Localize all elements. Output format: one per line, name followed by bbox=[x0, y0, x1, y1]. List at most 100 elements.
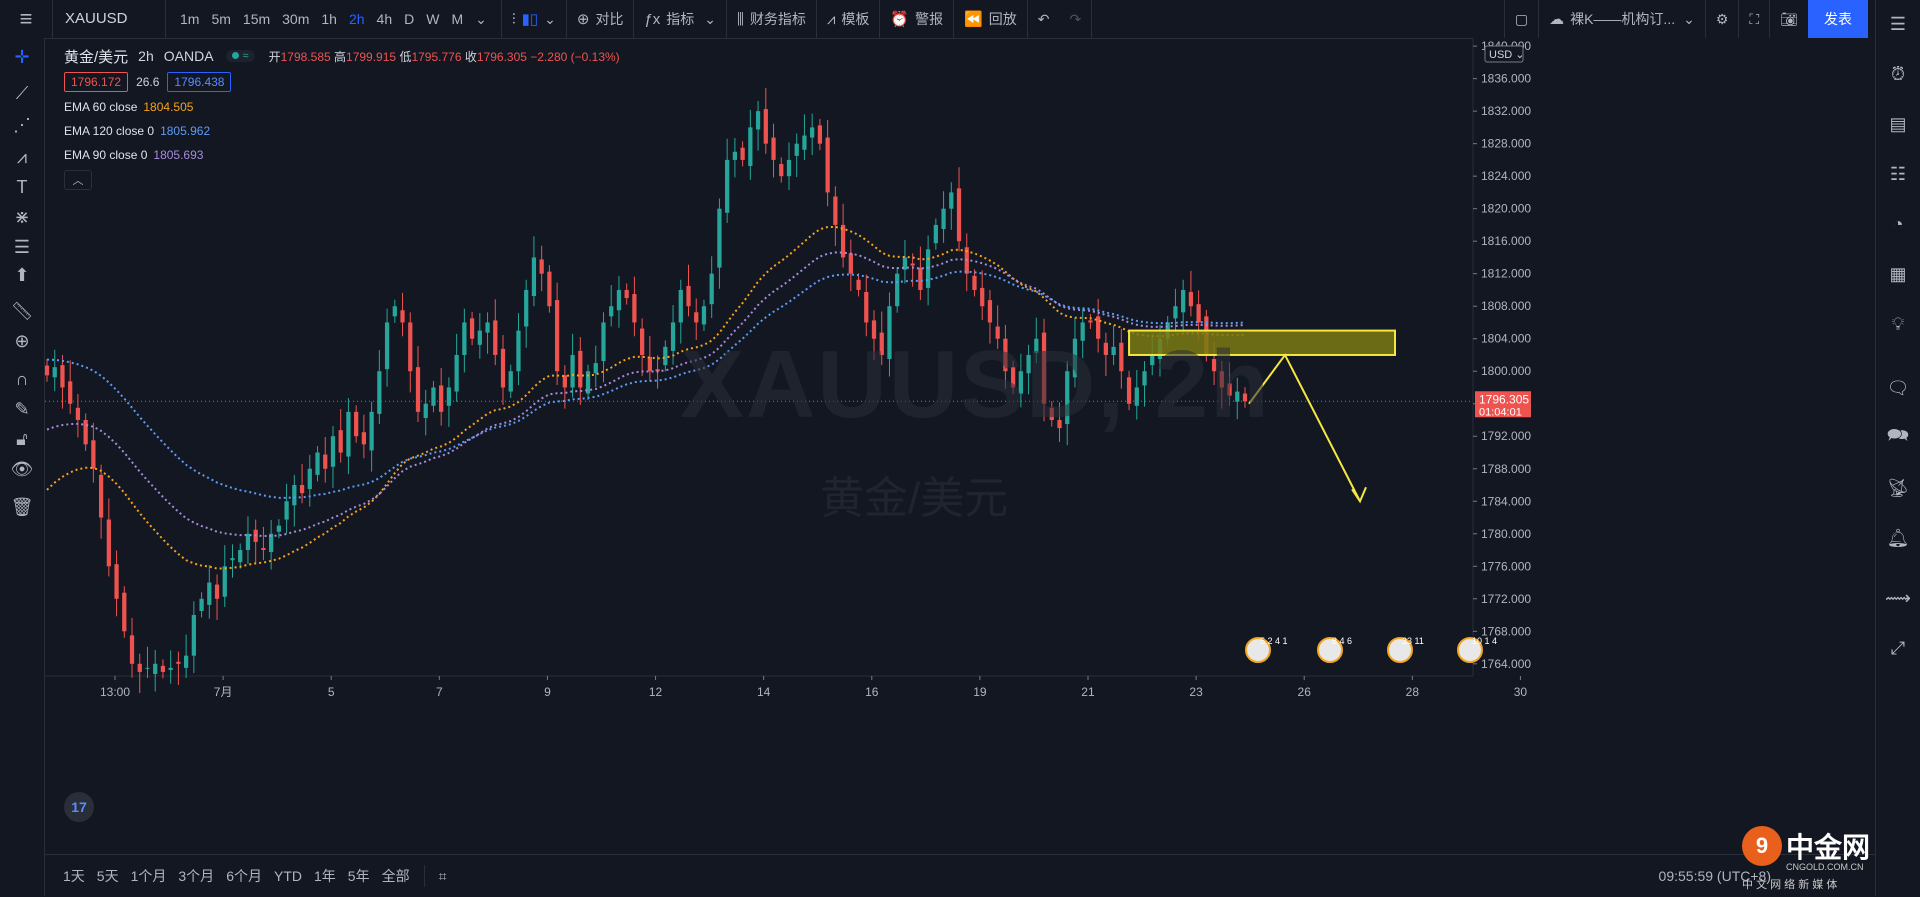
magnet-icon[interactable]: ∩ bbox=[0, 364, 44, 394]
candle-body bbox=[771, 137, 776, 160]
interval-30m[interactable]: 30m bbox=[276, 11, 315, 27]
publish-button[interactable]: 发表 bbox=[1808, 0, 1868, 38]
interval-1m[interactable]: 1m bbox=[174, 11, 205, 27]
camera-icon: 📷︎ bbox=[1780, 10, 1798, 27]
broadcast-icon[interactable]: 📡︎ bbox=[1876, 470, 1920, 506]
event-marker-label: 10 1 4 bbox=[1472, 636, 1497, 646]
candle-body bbox=[624, 289, 629, 299]
y-tick-label: 1780.000 bbox=[1481, 527, 1531, 541]
crosshair-icon[interactable]: ✛ bbox=[0, 42, 44, 72]
interval-1h[interactable]: 1h bbox=[315, 11, 343, 27]
range-1y[interactable]: 1年 bbox=[308, 866, 342, 886]
screenshot-button[interactable]: 📷︎ bbox=[1769, 0, 1808, 38]
ema-120-legend[interactable]: EMA 120 close 0 1805.962 bbox=[64, 122, 620, 140]
trend-line-icon[interactable]: ⟋ bbox=[0, 78, 44, 108]
fullscreen-button[interactable]: ⛶ bbox=[1738, 0, 1769, 38]
range-ytd[interactable]: YTD bbox=[268, 868, 308, 884]
arrow-up-icon[interactable]: ⬆ bbox=[0, 260, 44, 290]
node-icon[interactable]: ⋇ bbox=[0, 202, 44, 232]
chat-icon[interactable]: 🗨︎ bbox=[1876, 370, 1920, 406]
candle-body bbox=[794, 143, 799, 156]
clock-icon[interactable]: ◔ bbox=[1876, 206, 1920, 242]
range-3m[interactable]: 3个月 bbox=[172, 866, 220, 886]
text-icon[interactable]: T bbox=[0, 172, 44, 202]
bell-icon[interactable]: 🔔︎ bbox=[1876, 520, 1920, 556]
trash-icon[interactable]: 🗑︎ bbox=[0, 492, 44, 522]
candle-body bbox=[987, 300, 993, 323]
interval-d[interactable]: D bbox=[398, 11, 420, 27]
ema-90-legend[interactable]: EMA 90 close 0 1805.693 bbox=[64, 146, 620, 164]
bar-style-button[interactable]: ⫶ ▮▯ ⌄ bbox=[502, 0, 567, 38]
undo-button[interactable]: ↶ bbox=[1028, 0, 1060, 38]
settings-button[interactable]: ⚙ bbox=[1704, 0, 1739, 38]
alarm-icon[interactable]: ⏰︎ bbox=[1876, 56, 1920, 92]
y-tick-label: 1836.000 bbox=[1481, 72, 1531, 86]
tradingview-logo[interactable]: 17 bbox=[64, 792, 94, 822]
range-5d[interactable]: 5天 bbox=[91, 866, 125, 886]
layout-name-button[interactable]: ☁ 裸K——机构订... ⌄ bbox=[1538, 0, 1705, 38]
candle-body bbox=[153, 663, 158, 674]
measure-lines-icon[interactable]: ☰ bbox=[0, 232, 44, 262]
chevron-down-icon: ⌄ bbox=[1683, 10, 1695, 27]
candle-body bbox=[825, 137, 830, 193]
undo-icon: ↶ bbox=[1037, 10, 1050, 27]
idea-icon[interactable]: 💡︎ bbox=[1876, 306, 1920, 342]
range-all[interactable]: 全部 bbox=[376, 866, 416, 886]
messages-icon[interactable]: 🗪︎ bbox=[1876, 420, 1920, 456]
layout-button[interactable]: ▢ bbox=[1503, 0, 1538, 38]
financials-button[interactable]: ⫼ 财务指标 bbox=[727, 0, 817, 38]
spread-value: 26.6 bbox=[136, 75, 160, 89]
indicators-button[interactable]: ƒx 指标 ⌄ bbox=[634, 0, 728, 38]
range-1m[interactable]: 1个月 bbox=[125, 866, 173, 886]
buy-price[interactable]: 1796.438 bbox=[167, 72, 232, 92]
fib-icon[interactable]: ⋰ bbox=[0, 110, 44, 140]
expand-icon[interactable]: ⤢ bbox=[1876, 630, 1920, 666]
x-tick-label: 7 bbox=[436, 685, 443, 699]
candle-body bbox=[570, 354, 575, 388]
templates-button[interactable]: ⩘ 模板 bbox=[817, 0, 881, 38]
replay-button[interactable]: ⏪ 回放 bbox=[954, 0, 1028, 38]
range-6m[interactable]: 6个月 bbox=[220, 866, 268, 886]
data-window-icon[interactable]: ▤ bbox=[1876, 106, 1920, 142]
symbol-search[interactable]: XAUUSD bbox=[53, 0, 166, 38]
goto-date-icon[interactable]: ⌗ bbox=[433, 868, 453, 885]
ruler-icon[interactable]: 📏︎ bbox=[0, 296, 44, 326]
eye-icon[interactable]: 👁︎ bbox=[0, 454, 44, 484]
compare-button[interactable]: ⊕ 对比 bbox=[567, 0, 635, 38]
menu-icon[interactable]: ≡ bbox=[0, 0, 53, 38]
sell-price[interactable]: 1796.172 bbox=[64, 72, 129, 92]
interval-15m[interactable]: 15m bbox=[237, 11, 276, 27]
watchlist-icon[interactable]: ☰ bbox=[1876, 6, 1920, 42]
interval-4h[interactable]: 4h bbox=[371, 11, 399, 27]
candle-body bbox=[562, 375, 567, 388]
range-5y[interactable]: 5年 bbox=[342, 866, 376, 886]
interval-w[interactable]: W bbox=[420, 11, 445, 27]
pattern-icon[interactable]: ⩘ bbox=[0, 142, 44, 172]
interval-m[interactable]: M bbox=[445, 11, 469, 27]
interval-2h[interactable]: 2h bbox=[343, 11, 371, 27]
candle-body bbox=[91, 440, 96, 469]
lock-icon[interactable]: 🔓︎ bbox=[0, 424, 44, 454]
alert-label: 警报 bbox=[915, 11, 944, 27]
event-marker-label: 8 4 6 bbox=[1332, 636, 1352, 646]
range-1d[interactable]: 1天 bbox=[57, 866, 91, 886]
zoom-in-icon[interactable]: ⊕ bbox=[0, 326, 44, 356]
calendar-icon[interactable]: ▦ bbox=[1876, 256, 1920, 292]
chevron-down-icon[interactable]: ⌄ bbox=[469, 11, 493, 28]
interval-5m[interactable]: 5m bbox=[205, 11, 236, 27]
ema-60-legend[interactable]: EMA 60 close 1804.505 bbox=[64, 98, 620, 116]
collapse-legend-button[interactable]: ︿ bbox=[64, 170, 92, 190]
chevron-down-icon: ⌄ bbox=[544, 10, 556, 27]
right-widget-bar: ☰ ⏰︎ ▤ ☷ ◔ ▦ 💡︎ 🗨︎ 🗪︎ 📡︎ 🔔︎ ⟿ ⤢ bbox=[1875, 0, 1920, 896]
candle-body bbox=[972, 275, 977, 290]
candle-body bbox=[640, 328, 645, 355]
candle-body bbox=[261, 547, 266, 551]
alert-button[interactable]: ⏰ 警报 bbox=[880, 0, 955, 38]
legend-symbol[interactable]: 黄金/美元 bbox=[64, 46, 128, 67]
candle-body bbox=[763, 109, 768, 144]
trend-icon[interactable]: ⟿ bbox=[1876, 580, 1920, 616]
candle-body bbox=[500, 348, 506, 388]
redo-button[interactable]: ↷ bbox=[1060, 0, 1093, 38]
pencil-lock-icon[interactable]: ✎ bbox=[0, 394, 44, 424]
news-icon[interactable]: ☷ bbox=[1876, 156, 1920, 192]
